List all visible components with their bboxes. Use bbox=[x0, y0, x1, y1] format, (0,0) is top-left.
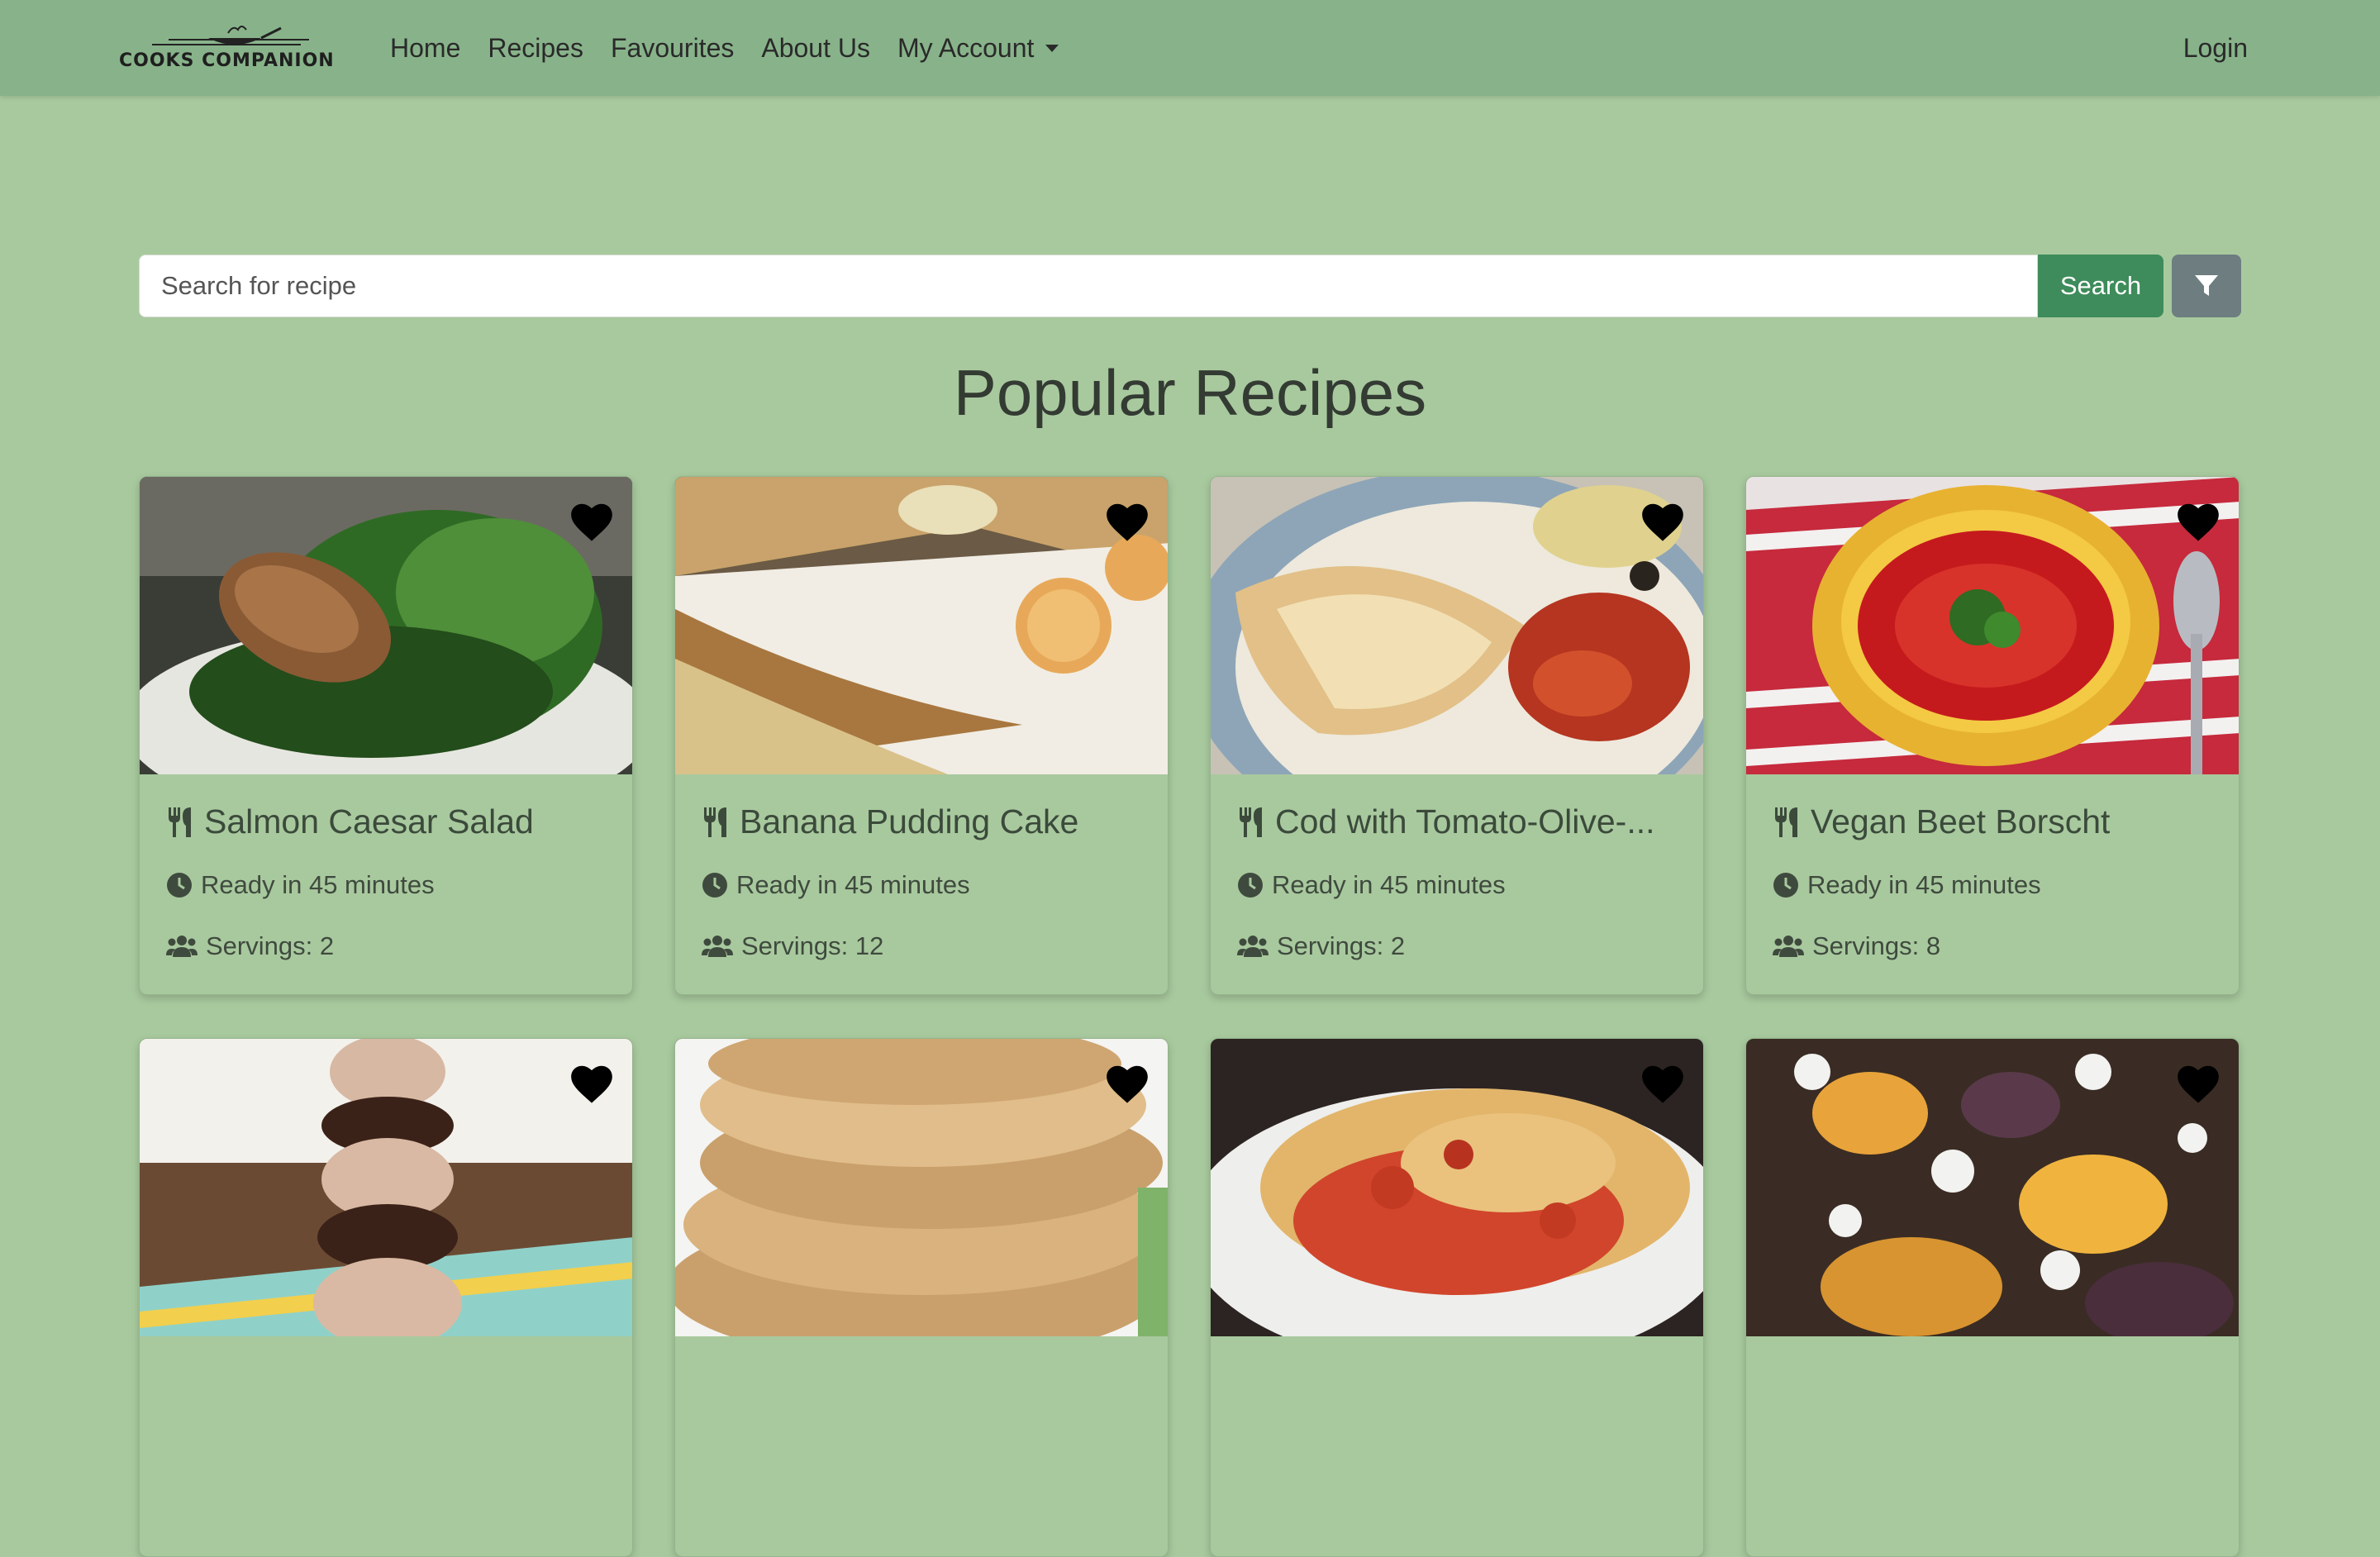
heart-icon[interactable] bbox=[1639, 500, 1687, 543]
clock-icon bbox=[167, 873, 192, 898]
heart-icon[interactable] bbox=[568, 1062, 616, 1105]
filter-icon bbox=[2195, 275, 2218, 296]
nav-my-account-dropdown[interactable]: My Account bbox=[897, 33, 1059, 64]
users-icon bbox=[166, 936, 198, 957]
nav-recipes[interactable]: Recipes bbox=[488, 33, 583, 64]
heart-icon[interactable] bbox=[1103, 500, 1151, 543]
nav-favourites[interactable]: Favourites bbox=[611, 33, 734, 64]
heart-icon[interactable] bbox=[2174, 500, 2222, 543]
login-link[interactable]: Login bbox=[2183, 0, 2248, 96]
recipe-card[interactable]: Cod with Tomato-Olive-... Ready in 45 mi… bbox=[1210, 476, 1704, 995]
utensils-icon bbox=[1775, 807, 1797, 837]
utensils-icon bbox=[1240, 807, 1262, 837]
navbar: COOKS COMPANION Home Recipes Favourites … bbox=[0, 0, 2380, 96]
brand-name: COOKS COMPANION bbox=[119, 50, 335, 71]
recipe-card[interactable] bbox=[139, 1038, 633, 1557]
nav-about-us[interactable]: About Us bbox=[761, 33, 870, 64]
servings: Servings: 2 bbox=[1237, 931, 1405, 961]
recipe-card[interactable]: Salmon Caesar Salad Ready in 45 minutes … bbox=[139, 476, 633, 995]
heart-icon[interactable] bbox=[1639, 1062, 1687, 1105]
nav-home[interactable]: Home bbox=[390, 33, 460, 64]
popular-recipes-title: Popular Recipes bbox=[953, 356, 1427, 429]
recipe-image[interactable] bbox=[1746, 1039, 2239, 1336]
users-icon bbox=[1773, 936, 1804, 957]
recipe-card[interactable] bbox=[1210, 1038, 1704, 1557]
recipe-card[interactable]: Vegan Beet Borscht Ready in 45 minutes S… bbox=[1745, 476, 2240, 995]
nav-links: Home Recipes Favourites About Us My Acco… bbox=[390, 0, 1086, 96]
filter-button[interactable] bbox=[2172, 255, 2241, 317]
recipe-image[interactable] bbox=[1211, 477, 1703, 774]
brand-logo[interactable]: COOKS COMPANION bbox=[119, 15, 350, 73]
search-input[interactable] bbox=[139, 255, 2038, 317]
clock-icon bbox=[702, 873, 727, 898]
recipe-image[interactable] bbox=[675, 1039, 1168, 1336]
recipe-title[interactable]: Salmon Caesar Salad bbox=[166, 802, 612, 841]
utensils-icon bbox=[704, 807, 726, 837]
ready-time: Ready in 45 minutes bbox=[1773, 870, 2041, 900]
utensils-icon bbox=[169, 807, 191, 837]
servings: Servings: 12 bbox=[702, 931, 883, 961]
recipe-card[interactable] bbox=[674, 1038, 1169, 1557]
chevron-down-icon bbox=[1045, 44, 1059, 52]
recipe-card[interactable]: Banana Pudding Cake Ready in 45 minutes … bbox=[674, 476, 1169, 995]
clock-icon bbox=[1773, 873, 1798, 898]
my-account-label: My Account bbox=[897, 32, 1035, 63]
recipe-title[interactable]: Cod with Tomato-Olive-... bbox=[1237, 802, 1683, 841]
recipe-image[interactable] bbox=[675, 477, 1168, 774]
recipe-title[interactable]: Banana Pudding Cake bbox=[702, 802, 1148, 841]
recipe-title[interactable]: Vegan Beet Borscht bbox=[1773, 802, 2219, 841]
users-icon bbox=[1237, 936, 1269, 957]
search-bar: Search bbox=[139, 255, 2241, 317]
pan-logo-icon bbox=[152, 26, 309, 45]
ready-time: Ready in 45 minutes bbox=[166, 870, 435, 900]
heart-icon[interactable] bbox=[1103, 1062, 1151, 1105]
recipe-card[interactable] bbox=[1745, 1038, 2240, 1557]
ready-time: Ready in 45 minutes bbox=[1237, 870, 1506, 900]
search-button[interactable]: Search bbox=[2038, 255, 2163, 317]
recipe-image[interactable] bbox=[1746, 477, 2239, 774]
heart-icon[interactable] bbox=[2174, 1062, 2222, 1105]
recipe-image[interactable] bbox=[140, 1039, 632, 1336]
clock-icon bbox=[1238, 873, 1263, 898]
recipe-image[interactable] bbox=[1211, 1039, 1703, 1336]
servings: Servings: 2 bbox=[166, 931, 334, 961]
recipe-image[interactable] bbox=[140, 477, 632, 774]
ready-time: Ready in 45 minutes bbox=[702, 870, 970, 900]
heart-icon[interactable] bbox=[568, 500, 616, 543]
servings: Servings: 8 bbox=[1773, 931, 1940, 961]
users-icon bbox=[702, 936, 733, 957]
